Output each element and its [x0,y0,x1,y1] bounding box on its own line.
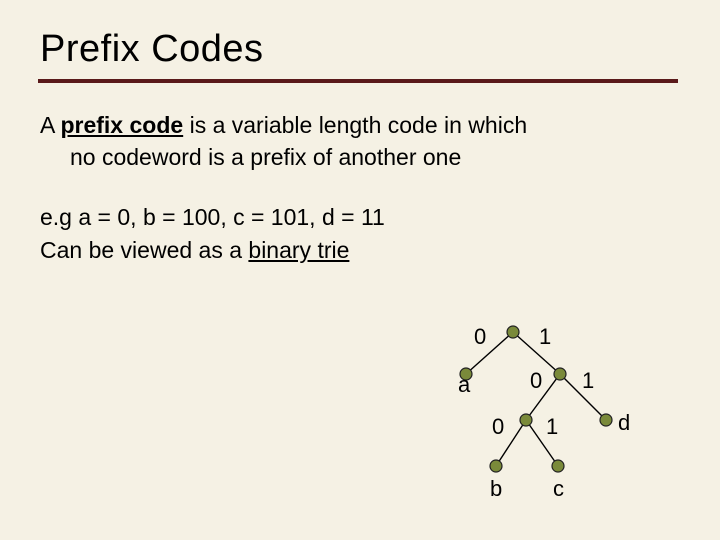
leaf-label-a: a [458,372,470,398]
view-line: Can be viewed as a binary trie [40,234,680,266]
title-rule [38,79,678,83]
slide-body: A prefix code is a variable length code … [40,109,680,266]
trie-svg [378,316,678,526]
edge-label-n2-1: 1 [546,414,558,440]
leaf-label-d: d [618,410,630,436]
binary-trie-diagram: 0 1 0 1 0 1 a d b c [378,316,678,526]
edge-label-n1-1: 1 [582,368,594,394]
leaf-label-b: b [490,476,502,502]
definition-line1: A prefix code is a variable length code … [40,109,680,141]
edge-label-n1-0: 0 [530,368,542,394]
view-pre: Can be viewed as a [40,237,248,263]
leaf-label-c: c [553,476,564,502]
def-term: prefix code [60,112,183,138]
def-pre: A [40,112,60,138]
edge-label-root-0: 0 [474,324,486,350]
edge-label-n2-0: 0 [492,414,504,440]
edge-label-root-1: 1 [539,324,551,350]
definition-line2: no codeword is a prefix of another one [40,141,680,173]
def-post: is a variable length code in which [183,112,527,138]
example-line: e.g a = 0, b = 100, c = 101, d = 11 [40,201,680,233]
slide-title: Prefix Codes [40,28,680,71]
view-term: binary trie [248,237,349,263]
